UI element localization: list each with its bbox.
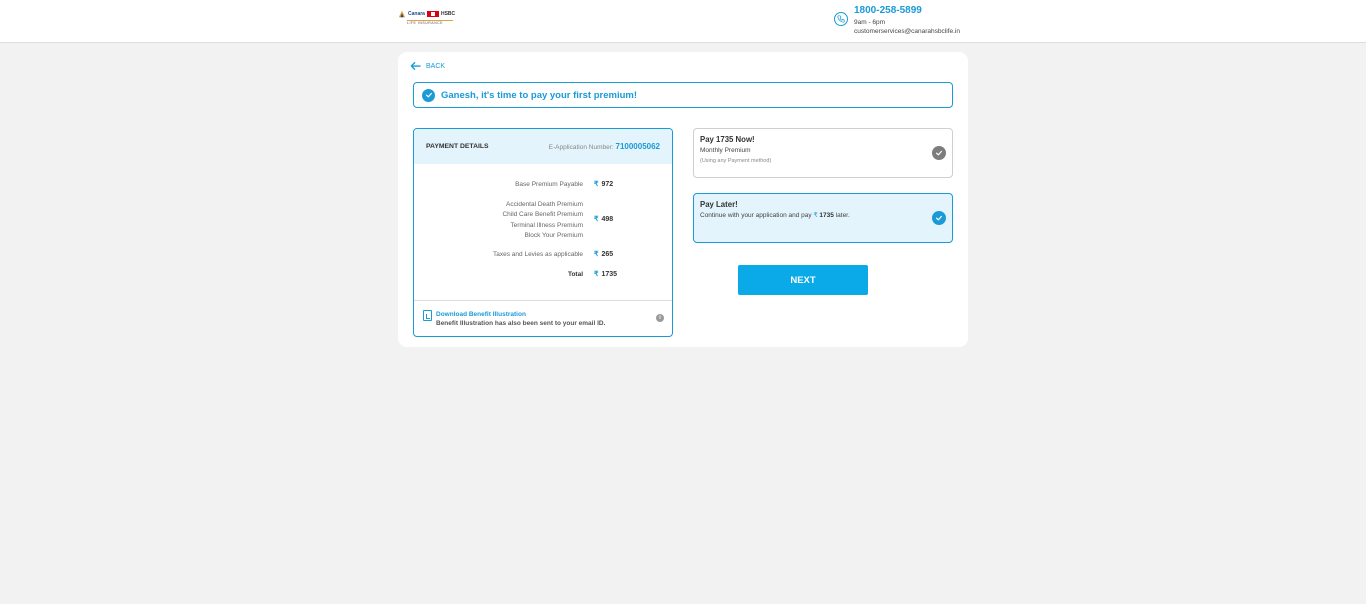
check-circle-icon [422,88,435,102]
benefit-illustration-footer: Download Benefit Illustration Benefit Il… [414,300,672,336]
main-card: BACK Ganesh, it's time to pay your first… [398,52,968,347]
pay-later-amount: 1735 [819,212,834,219]
payment-details-title: PAYMENT DETAILS [426,143,489,150]
logo-brand-left: Canara [408,11,425,17]
row-label: Total [567,271,583,278]
pay-now-option[interactable]: Pay 1735 Now! Monthly Premium (Using any… [693,128,953,178]
service-hours: 9am - 6pm [854,19,886,26]
banner-message: Ganesh, it's time to pay your first prem… [441,89,637,101]
row-label: Base Premium Payable [515,181,583,188]
check-circle-icon[interactable] [932,146,946,160]
phone-number[interactable]: 1800-258-5899 [854,5,960,17]
e-application-number: E-Application Number: 7100005062 [549,142,660,151]
document-download-icon[interactable] [423,310,432,321]
row-value: ₹ 1735 [594,270,618,279]
row-value: ₹ 265 [594,250,614,259]
e-application-label: E-Application Number: [548,144,614,151]
benefit-illustration-note: Benefit Illustration has also been sent … [436,320,606,327]
hsbc-hexagon-icon [426,11,439,17]
pay-now-title: Pay 1735 Now! [700,135,755,144]
contact-info: 1800-258-5899 9am - 6pm customerservices… [854,5,960,36]
top-header: Canara HSBC LIFE INSURANCE 1800-258-5899… [0,0,1366,43]
support-email[interactable]: customerservices@canarahsbclife.in [854,27,960,36]
logo-brand-right: HSBC [440,11,456,17]
rupee-icon: ₹ [594,251,599,258]
premium-breakdown: Base Premium Payable ₹ 972 Accidental De… [414,164,672,300]
pay-later-description: Continue with your application and pay ₹… [700,212,850,219]
logo-tagline: LIFE INSURANCE [407,21,443,25]
row-value: ₹ 498 [594,215,614,224]
logo-underline [407,20,453,21]
rupee-icon: ₹ [813,212,818,219]
check-circle-icon[interactable] [932,211,946,225]
arrow-left-icon [410,62,421,70]
rupee-icon: ₹ [594,216,599,223]
pay-later-title: Pay Later! [700,200,738,209]
back-label: BACK [426,62,446,70]
pay-now-note: (Using any Payment method) [700,158,772,164]
row-label: Accidental Death Premium Child Care Bene… [502,201,583,239]
e-application-value: 7100005062 [615,142,661,151]
logo-mark-icon [398,10,406,18]
payment-details-panel: PAYMENT DETAILS E-Application Number: 71… [413,128,673,337]
row-value: ₹ 972 [594,180,614,189]
pay-now-subtitle: Monthly Premium [700,147,751,154]
phone-icon [834,12,848,26]
back-link[interactable]: BACK [410,61,445,71]
brand-logo[interactable]: Canara HSBC LIFE INSURANCE [398,10,456,32]
next-button[interactable]: NEXT [738,265,868,295]
row-label: Taxes and Levies as applicable [493,251,583,258]
rupee-icon: ₹ [594,181,599,188]
rupee-icon: ₹ [594,271,599,278]
premium-banner: Ganesh, it's time to pay your first prem… [413,82,953,108]
payment-details-header: PAYMENT DETAILS E-Application Number: 71… [414,129,672,164]
download-benefit-illustration-link[interactable]: Download Benefit Illustration [436,310,605,319]
info-icon[interactable]: i [656,314,664,322]
pay-later-option[interactable]: Pay Later! Continue with your applicatio… [693,193,953,243]
